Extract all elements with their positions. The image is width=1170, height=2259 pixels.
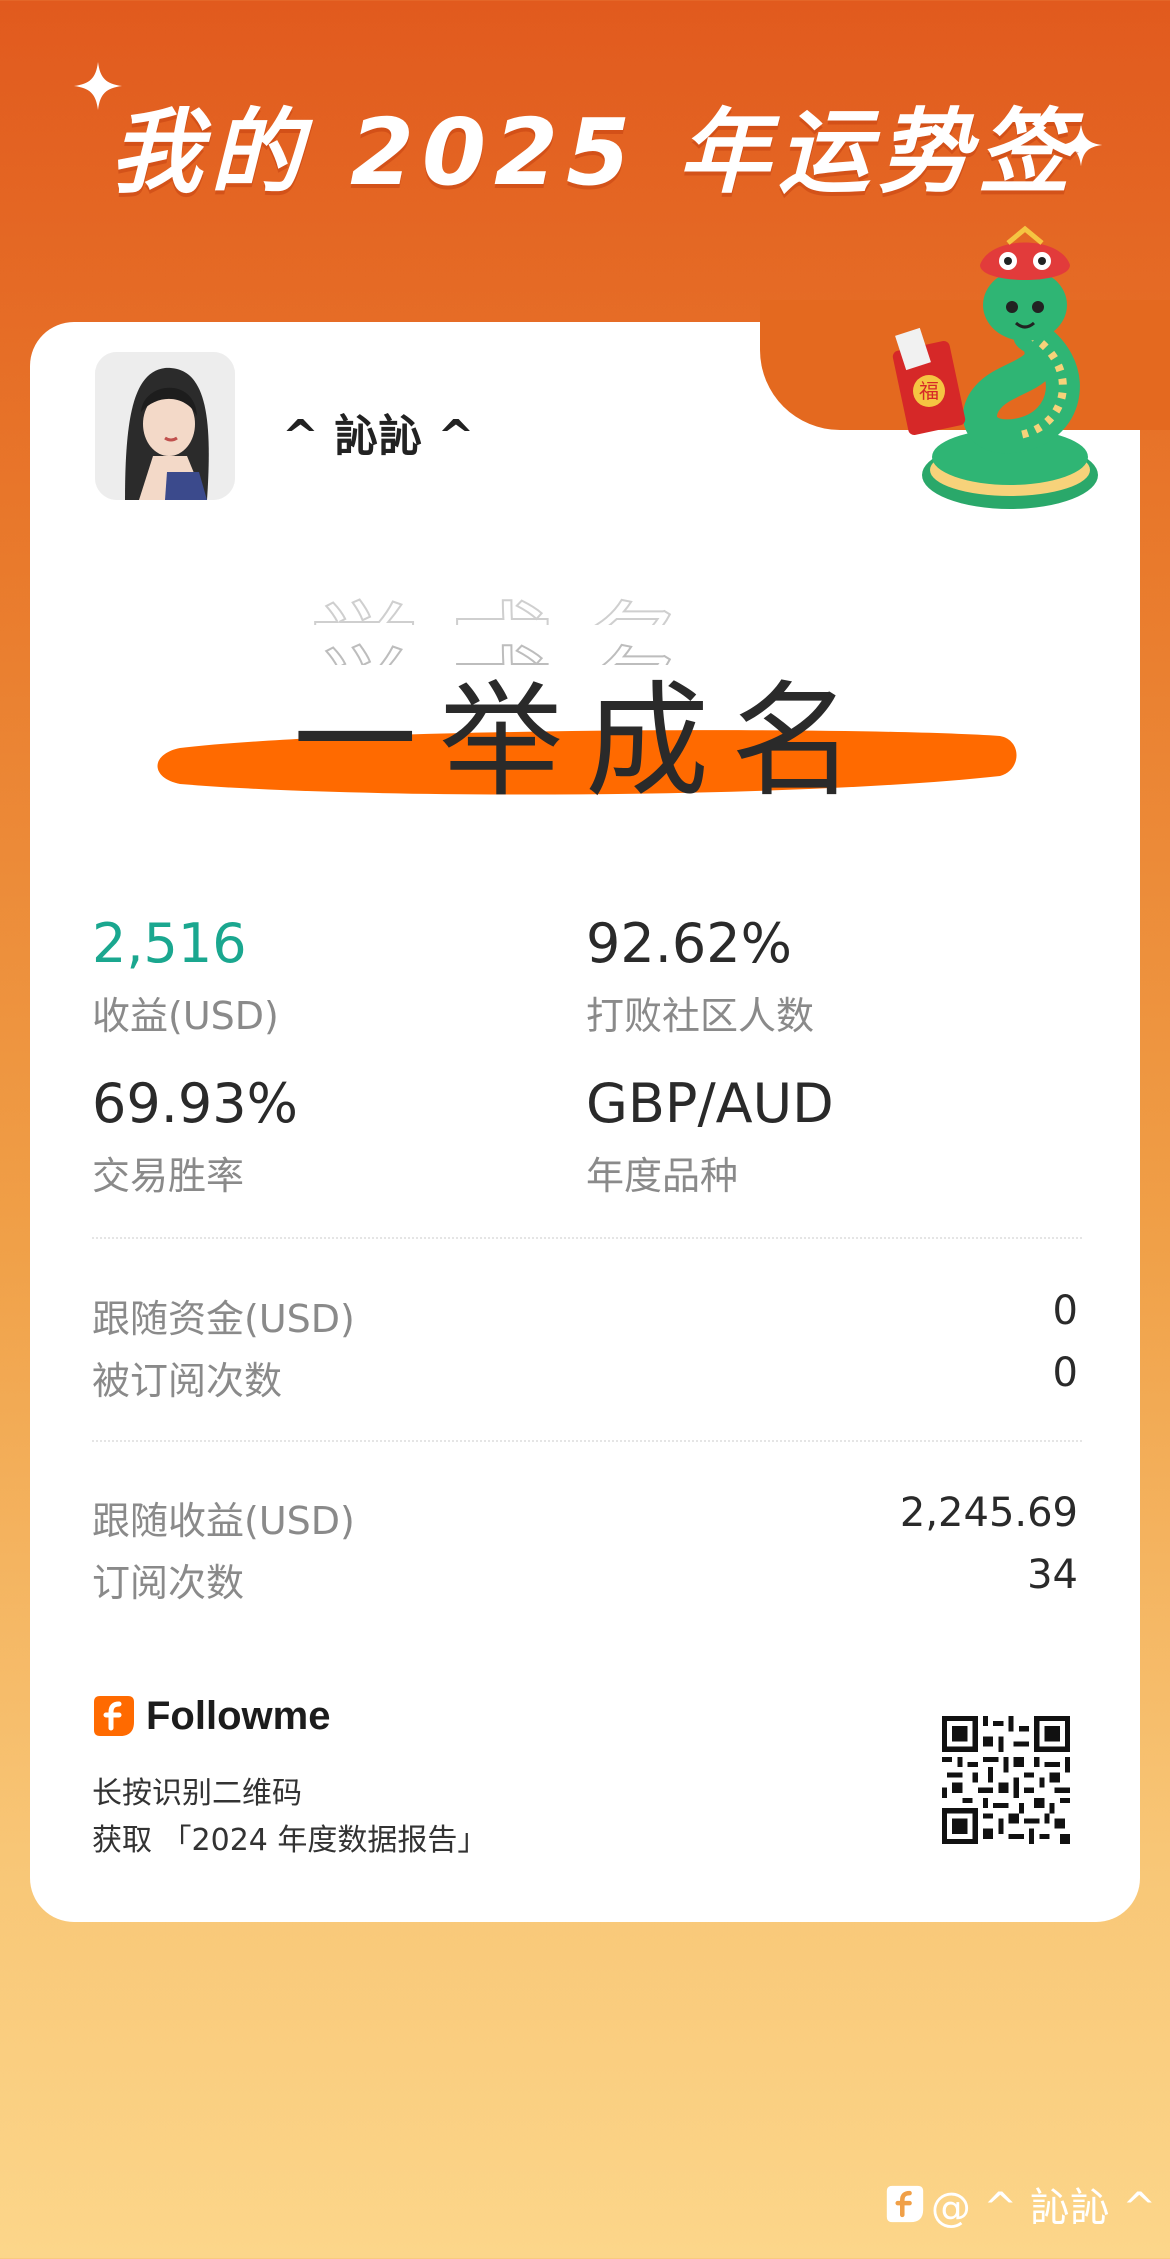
stat-label-earnings: 收益(USD) — [92, 994, 279, 1038]
row-value-follow-funds: 0 — [1052, 1288, 1078, 1334]
username: ^ 訫訫 ^ — [282, 411, 475, 462]
stat-value-earnings: 2,516 — [92, 912, 247, 975]
brand-logo: Followme — [92, 1690, 330, 1742]
stat-label-annual-symbol: 年度品种 — [586, 1154, 739, 1198]
row-label-subscription-count: 订阅次数 — [92, 1561, 245, 1605]
divider — [92, 1440, 1082, 1442]
row-label-subscribed-count: 被订阅次数 — [92, 1359, 283, 1403]
snake-mascot-icon: 福 — [892, 225, 1098, 509]
watermark-text: @ ^ 訫訫 ^ — [930, 2185, 1156, 2231]
row-value-subscription-count: 34 — [1027, 1552, 1078, 1598]
svg-text:福: 福 — [919, 379, 939, 403]
row-label-follow-funds: 跟随资金(USD) — [92, 1297, 355, 1341]
avatar-portrait-icon — [95, 352, 235, 500]
brand-name: Followme — [146, 1693, 331, 1738]
stat-value-win-rate: 69.93% — [92, 1072, 298, 1135]
row-label-follow-earnings: 跟随收益(USD) — [92, 1499, 355, 1543]
avatar[interactable] — [95, 352, 235, 500]
report-link-text: 获取 「2024 年度数据报告」 — [92, 1823, 488, 1858]
followme-logo-icon — [886, 2185, 923, 2223]
watermark: @ ^ 訫訫 ^ — [885, 2175, 1156, 2233]
qr-instruction: 长按识别二维码 — [92, 1776, 302, 1811]
stat-value-beat-community: 92.62% — [586, 912, 792, 975]
row-value-subscribed-count: 0 — [1052, 1350, 1078, 1396]
row-value-follow-earnings: 2,245.69 — [899, 1490, 1078, 1536]
fortune-phrase: 一举成名 — [292, 670, 877, 814]
page-title: 我的 2025 年运势签 — [110, 99, 1079, 206]
qr-code[interactable] — [942, 1716, 1070, 1844]
divider — [92, 1237, 1082, 1239]
followme-logo-icon — [94, 1696, 134, 1736]
stat-value-annual-symbol: GBP/AUD — [586, 1072, 834, 1135]
stat-label-win-rate: 交易胜率 — [92, 1154, 245, 1198]
stat-label-beat-community: 打败社区人数 — [586, 994, 815, 1038]
